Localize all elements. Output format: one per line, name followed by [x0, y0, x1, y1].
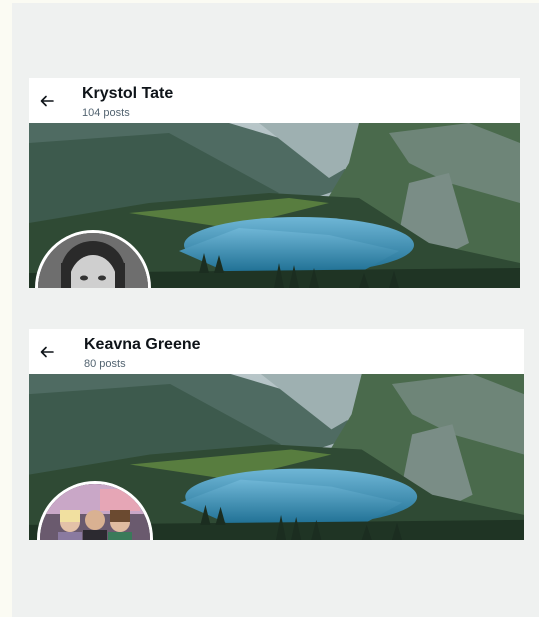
profile-name: Krystol Tate — [82, 85, 174, 102]
feed-panel: Krystol Tate 104 posts Keavna Greene 80 … — [12, 3, 539, 617]
back-button[interactable] — [35, 89, 59, 113]
profile-header: Krystol Tate 104 posts — [29, 78, 520, 123]
post-count: 104 posts — [82, 107, 130, 119]
back-button[interactable] — [35, 340, 59, 364]
profile-card: Keavna Greene 80 posts — [29, 329, 524, 540]
arrow-left-icon — [40, 95, 54, 107]
profile-card: Krystol Tate 104 posts — [29, 78, 520, 288]
profile-header: Keavna Greene 80 posts — [29, 329, 524, 374]
post-count: 80 posts — [84, 358, 126, 370]
arrow-left-icon — [40, 346, 54, 358]
profile-name: Keavna Greene — [84, 336, 201, 353]
